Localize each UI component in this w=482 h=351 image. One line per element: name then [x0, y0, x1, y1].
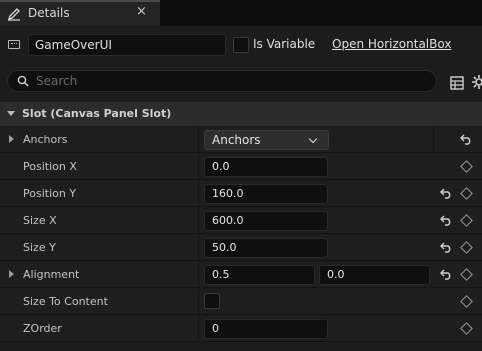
- column-divider: [198, 316, 199, 342]
- chevron-down-icon: [308, 134, 318, 144]
- column-divider: [433, 127, 434, 153]
- property-row-position-y: Position Y 160.0: [0, 181, 482, 207]
- keyframe-diamond-icon[interactable]: [460, 268, 473, 281]
- reset-icon[interactable]: [440, 269, 453, 280]
- reset-icon[interactable]: [440, 242, 453, 253]
- column-divider: [198, 262, 199, 288]
- column-divider: [198, 181, 199, 207]
- grid-icon[interactable]: [450, 76, 464, 90]
- reset-icon[interactable]: [440, 188, 453, 199]
- property-row-size-x: Size X 600.0: [0, 208, 482, 234]
- gear-icon[interactable]: [471, 74, 482, 90]
- size-y-input[interactable]: 50.0: [204, 238, 328, 258]
- column-divider: [198, 208, 199, 234]
- property-label: Size To Content: [23, 295, 108, 308]
- search-placeholder: Search: [36, 74, 78, 88]
- property-label: ZOrder: [23, 322, 62, 335]
- slot-section-header[interactable]: Slot (Canvas Panel Slot): [0, 102, 482, 126]
- keyframe-diamond-icon[interactable]: [460, 295, 473, 308]
- anchors-dropdown-value: Anchors: [212, 133, 261, 147]
- is-variable-checkbox[interactable]: [233, 37, 249, 53]
- expand-arrow-icon[interactable]: [9, 135, 14, 143]
- property-label: Alignment: [23, 268, 80, 281]
- widget-name-field[interactable]: GameOverUI: [28, 34, 226, 56]
- size-to-content-checkbox[interactable]: [204, 293, 220, 309]
- column-divider: [198, 289, 199, 315]
- widget-icon: [8, 40, 20, 49]
- expand-arrow-icon[interactable]: [9, 270, 14, 278]
- property-row-zorder: ZOrder 0: [0, 316, 482, 342]
- property-row-size-to-content: Size To Content: [0, 289, 482, 315]
- tab-details[interactable]: Details ×: [0, 0, 160, 26]
- reset-icon[interactable]: [460, 134, 473, 145]
- property-label: Position X: [23, 160, 77, 173]
- keyframe-diamond-icon[interactable]: [460, 241, 473, 254]
- position-x-input[interactable]: 0.0: [204, 157, 328, 177]
- open-horizontalbox-link[interactable]: Open HorizontalBox: [332, 37, 451, 51]
- property-row-size-y: Size Y 50.0: [0, 235, 482, 261]
- property-row-position-x: Position X 0.0: [0, 154, 482, 180]
- tab-title: Details: [28, 6, 70, 20]
- tab-bar: Details ×: [0, 0, 482, 26]
- pencil-icon: [7, 8, 20, 21]
- keyframe-diamond-icon[interactable]: [460, 187, 473, 200]
- search-icon: [17, 75, 29, 87]
- property-label: Anchors: [23, 133, 68, 146]
- alignment-x-input[interactable]: 0.5: [204, 265, 315, 285]
- collapse-arrow-icon[interactable]: [7, 111, 15, 116]
- is-variable-label: Is Variable: [253, 37, 316, 51]
- column-divider: [198, 127, 199, 153]
- close-icon[interactable]: ×: [136, 4, 147, 19]
- keyframe-diamond-icon[interactable]: [460, 214, 473, 227]
- alignment-y-input[interactable]: 0.0: [319, 265, 430, 285]
- property-row-alignment: Alignment 0.5 0.0: [0, 262, 482, 288]
- search-input[interactable]: Search: [7, 70, 437, 92]
- anchors-dropdown[interactable]: Anchors: [204, 130, 329, 150]
- property-label: Size Y: [23, 241, 56, 254]
- details-panel: GameOverUI Is Variable Open HorizontalBo…: [0, 26, 482, 351]
- property-label: Position Y: [23, 187, 77, 200]
- column-divider: [198, 154, 199, 180]
- column-divider: [198, 235, 199, 261]
- section-title: Slot (Canvas Panel Slot): [22, 107, 172, 120]
- reset-icon[interactable]: [440, 215, 453, 226]
- size-x-input[interactable]: 600.0: [204, 211, 328, 231]
- position-y-input[interactable]: 160.0: [204, 184, 328, 204]
- zorder-input[interactable]: 0: [204, 319, 328, 339]
- keyframe-diamond-icon[interactable]: [460, 322, 473, 335]
- property-row-anchors: Anchors Anchors: [0, 127, 482, 153]
- property-label: Size X: [23, 214, 57, 227]
- keyframe-diamond-icon[interactable]: [460, 160, 473, 173]
